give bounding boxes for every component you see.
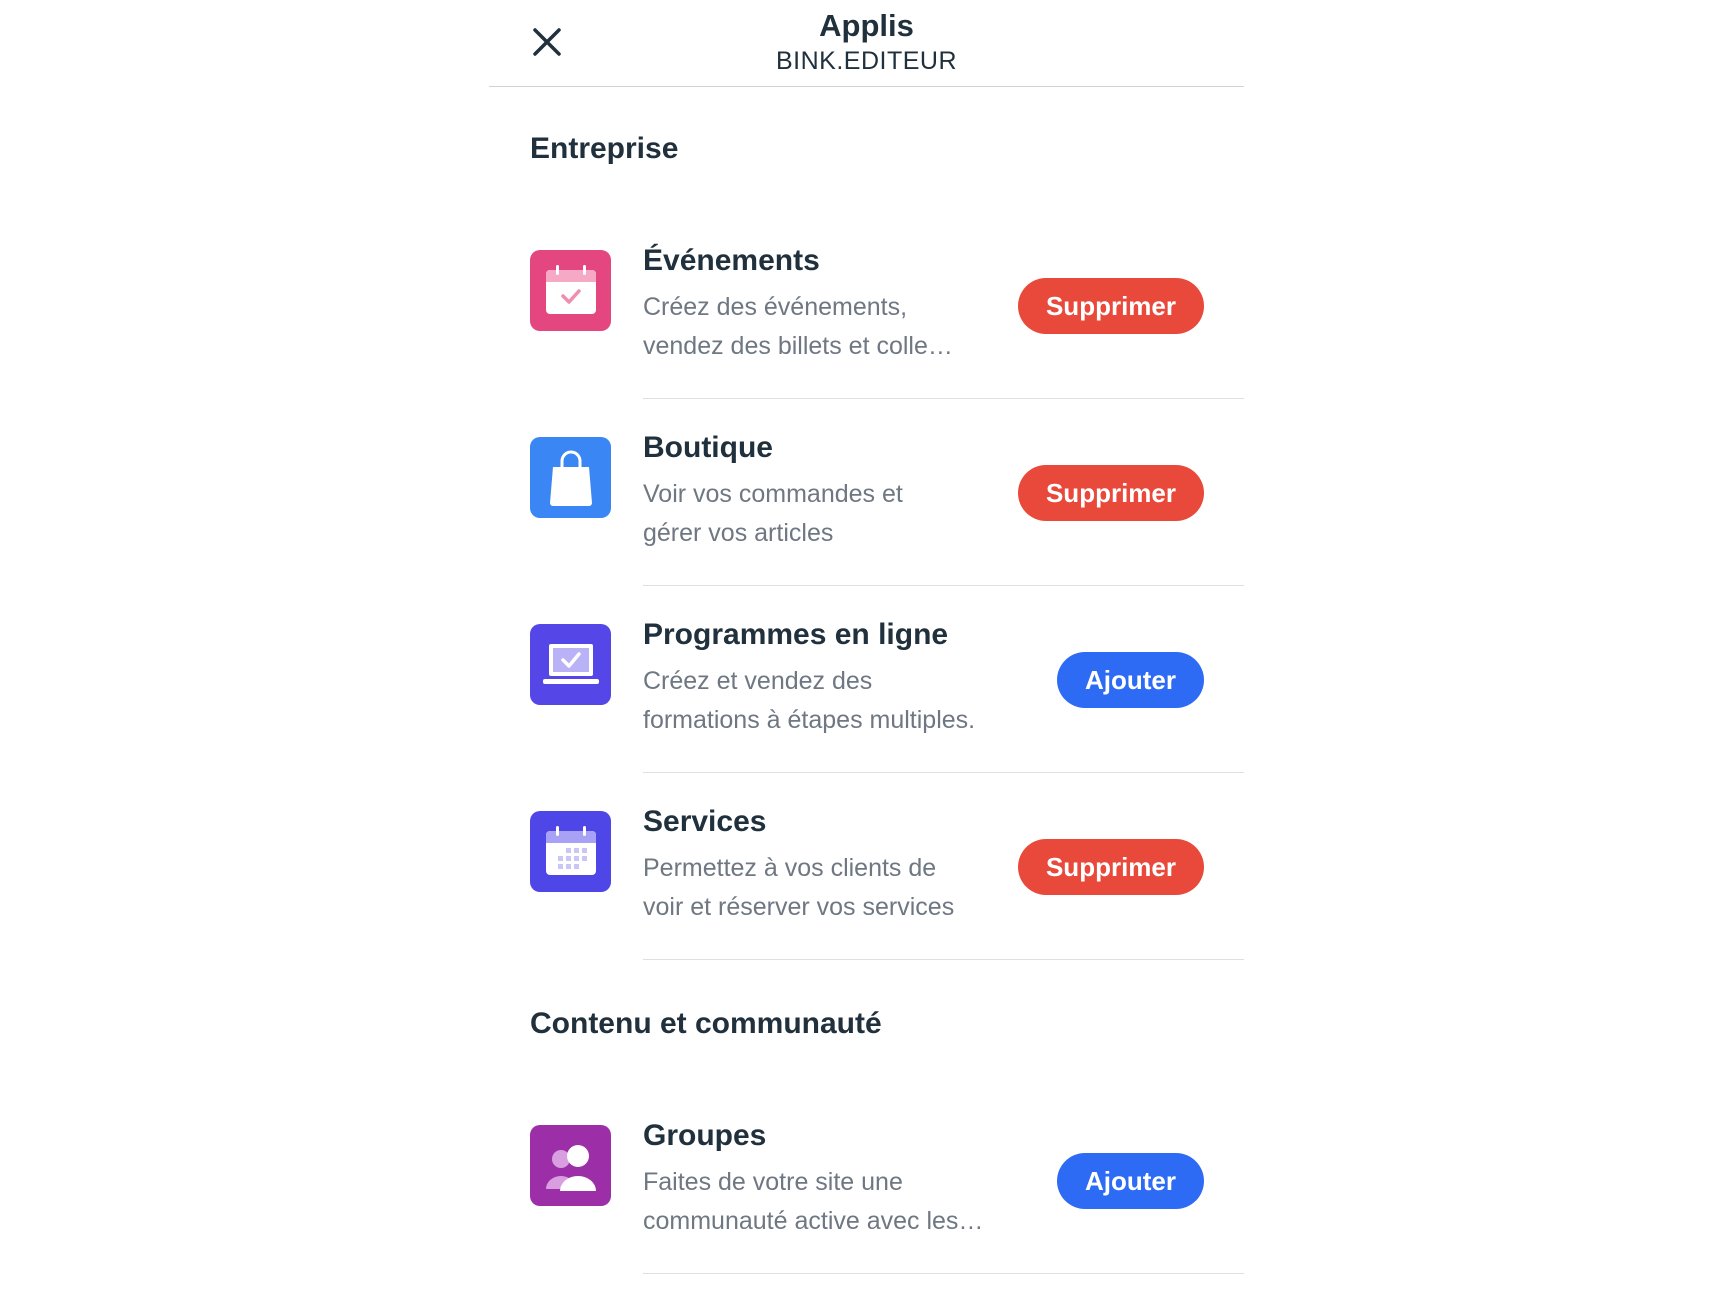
section-title-entreprise: Entreprise [530, 132, 679, 165]
app-name: Programmes en ligne [643, 618, 949, 651]
remove-button-services[interactable]: Supprimer [1017, 839, 1204, 895]
calendar-grid-icon [530, 811, 611, 892]
app-name: Groupes [643, 1119, 767, 1152]
remove-button-evenements[interactable]: Supprimer [1017, 278, 1204, 334]
remove-button-boutique[interactable]: Supprimer [1017, 465, 1204, 521]
divider [643, 959, 1244, 960]
site-name: BINK.EDITEUR [775, 47, 958, 75]
page-title: Applis [819, 8, 914, 43]
app-item-boutique: Boutique Voir vos commandes et gérer vos… [489, 431, 1244, 624]
app-description: Faites de votre site une communauté acti… [643, 1168, 984, 1235]
app-description: Créez et vendez des formations à étapes … [643, 667, 976, 734]
add-button-programmes[interactable]: Ajouter [1057, 652, 1204, 708]
app-item-services: Services Permettez à vos clients de voir… [489, 805, 1244, 998]
app-description: Permettez à vos clients de voir et réser… [643, 854, 955, 921]
app-name: Services [643, 805, 767, 838]
app-description: Créez des événements, vendez des billets… [643, 293, 953, 360]
people-icon [530, 1125, 611, 1206]
calendar-check-icon [530, 250, 611, 331]
app-item-programmes-en-ligne: Programmes en ligne Créez et vendez des … [489, 618, 1244, 811]
app-name: Boutique [643, 431, 773, 464]
divider [643, 398, 1244, 399]
app-name: Événements [643, 244, 820, 277]
header: Applis BINK.EDITEUR [489, 0, 1244, 87]
divider [643, 585, 1244, 586]
shopping-bag-icon [530, 437, 611, 518]
app-item-evenements: Événements Créez des événements, vendez … [489, 244, 1244, 437]
divider [643, 1273, 1244, 1274]
app-item-groupes: Groupes Faites de votre site une communa… [489, 1119, 1244, 1312]
app-description: Voir vos commandes et gérer vos articles [643, 480, 903, 547]
laptop-check-icon [530, 624, 611, 705]
section-title-contenu: Contenu et communauté [530, 1007, 882, 1040]
apps-panel: Applis BINK.EDITEUR Entreprise Événement… [489, 0, 1244, 1289]
divider [643, 772, 1244, 773]
add-button-groupes[interactable]: Ajouter [1057, 1153, 1204, 1209]
